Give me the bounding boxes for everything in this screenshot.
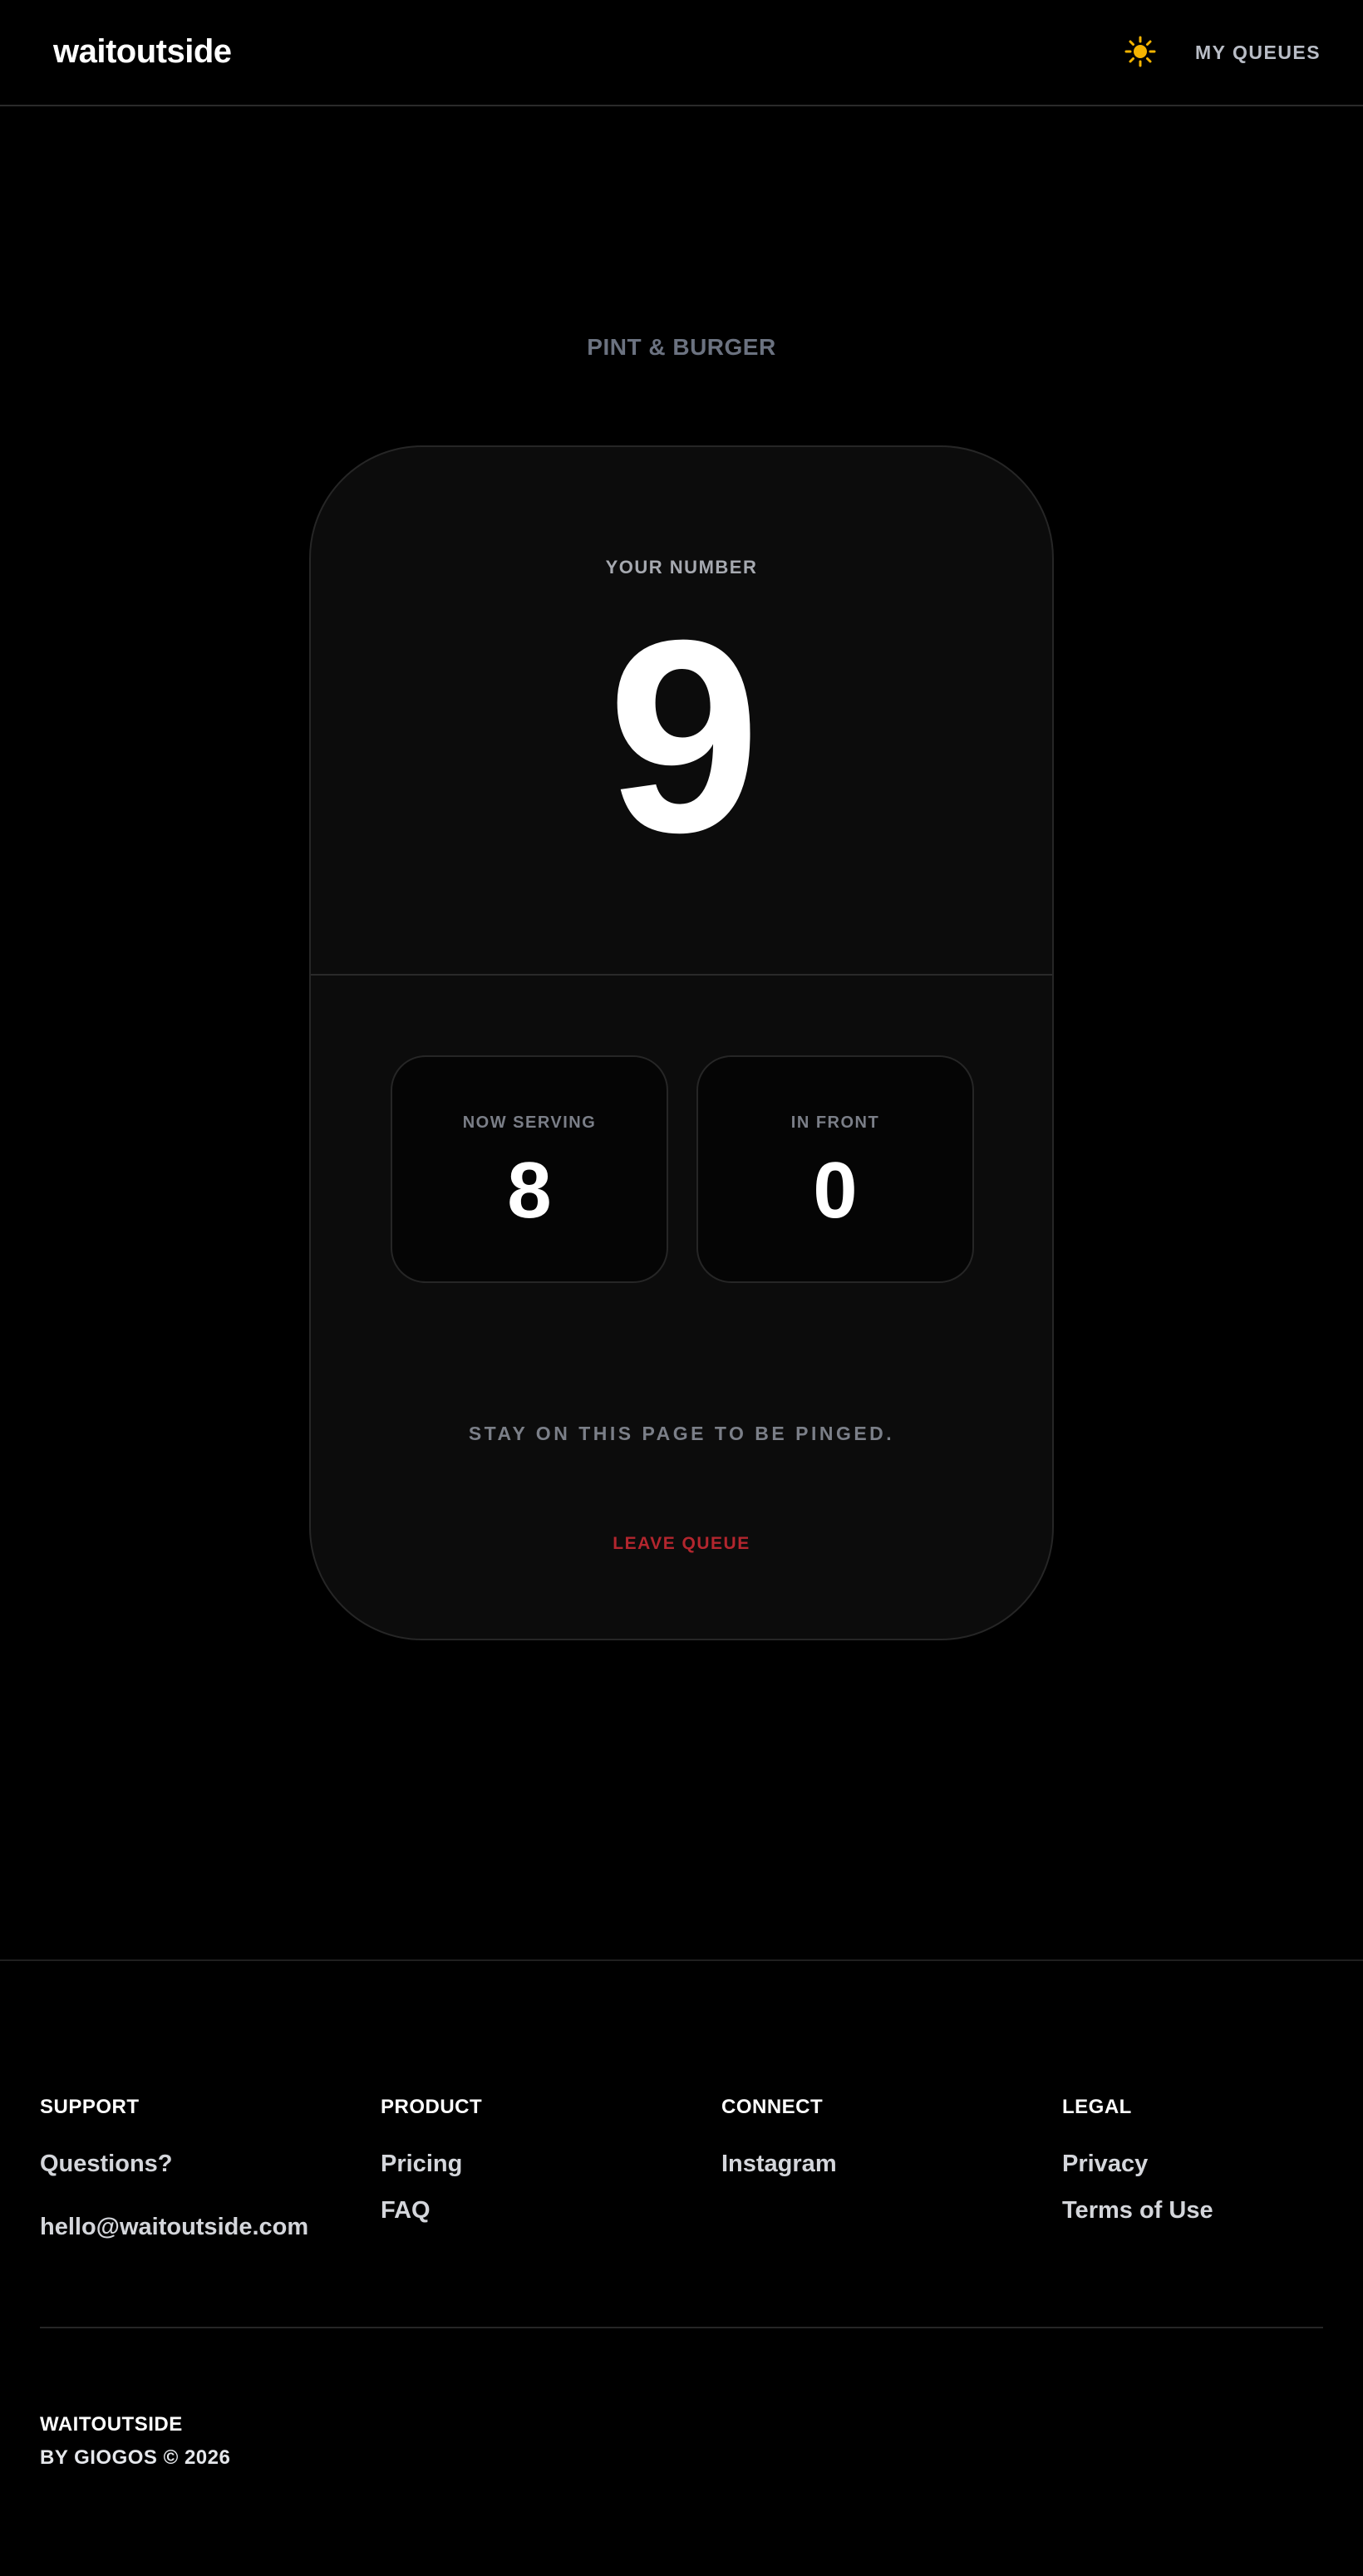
- site-header: waitoutside MY QUEUES: [0, 0, 1363, 106]
- footer-legal-heading: LEGAL: [1062, 2096, 1132, 2118]
- footer-terms-link[interactable]: Terms of Use: [1062, 2195, 1213, 2242]
- footer-byline: BY GIOGOS © 2026: [40, 2446, 231, 2469]
- footer-faq-link[interactable]: FAQ: [381, 2195, 462, 2242]
- footer-divider: [0, 1959, 1363, 1961]
- footer-connect-heading: CONNECT: [721, 2096, 824, 2118]
- sun-icon: [1124, 35, 1157, 68]
- now-serving-value: 8: [507, 1146, 552, 1235]
- footer-email-link[interactable]: hello@waitoutside.com: [40, 2214, 308, 2241]
- page: waitoutside MY QUEUES PINT & BURGER YOUR…: [0, 0, 1363, 2576]
- footer-instagram-link[interactable]: Instagram: [721, 2149, 837, 2195]
- venue-name: PINT & BURGER: [587, 334, 776, 360]
- ping-note: STAY ON THIS PAGE TO BE PINGED.: [468, 1423, 895, 1444]
- leave-queue-button[interactable]: LEAVE QUEUE: [600, 1527, 763, 1561]
- in-front-label: IN FRONT: [790, 1113, 880, 1132]
- footer-support-heading: SUPPORT: [40, 2096, 140, 2118]
- now-serving-label: NOW SERVING: [462, 1113, 597, 1132]
- footer-pricing-link[interactable]: Pricing: [381, 2149, 462, 2195]
- in-front-box: IN FRONT 0: [696, 1055, 974, 1283]
- footer-rule: [40, 2327, 1323, 2328]
- now-serving-box: NOW SERVING 8: [391, 1055, 668, 1283]
- your-number-label: YOUR NUMBER: [605, 557, 758, 578]
- queue-ticket-card: YOUR NUMBER 9 NOW SERVING 8 IN FRONT 0 S…: [309, 445, 1054, 1640]
- footer-support-column: SUPPORT Questions? hello@waitoutside.com: [40, 2096, 308, 2240]
- my-queues-link[interactable]: MY QUEUES: [1195, 42, 1321, 64]
- footer-product-heading: PRODUCT: [381, 2096, 483, 2118]
- footer-product-column: PRODUCT Pricing FAQ: [381, 2096, 483, 2224]
- footer-questions-link[interactable]: Questions?: [40, 2149, 173, 2195]
- card-divider: [311, 974, 1052, 976]
- footer-legal-column: LEGAL Privacy Terms of Use: [1062, 2096, 1213, 2224]
- in-front-value: 0: [813, 1146, 858, 1235]
- theme-toggle-button[interactable]: [1124, 35, 1157, 68]
- footer-connect-column: CONNECT Instagram: [721, 2096, 837, 2177]
- footer-brand-name: WAITOUTSIDE: [40, 2413, 183, 2436]
- logo[interactable]: waitoutside: [53, 33, 232, 71]
- footer-privacy-link[interactable]: Privacy: [1062, 2149, 1213, 2195]
- your-number: 9: [608, 583, 760, 889]
